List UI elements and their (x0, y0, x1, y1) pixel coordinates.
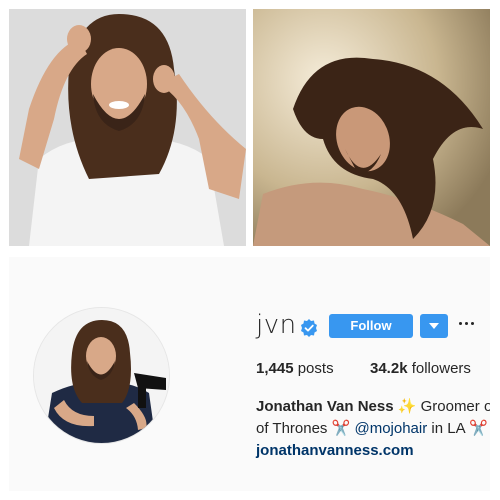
scissors-icon: ✂️ (331, 420, 351, 437)
bio-text: Groomer on (420, 398, 490, 415)
bio-line-1: Jonathan Van Ness ✨ Groomer on (256, 396, 490, 418)
verified-badge-icon (301, 319, 317, 337)
followers-count: 34.2k (370, 360, 408, 377)
chevron-down-icon (429, 323, 439, 329)
avatar[interactable] (33, 307, 170, 444)
follow-button[interactable]: Follow (329, 314, 413, 338)
post-photo-left[interactable] (9, 9, 246, 246)
mention-link[interactable]: @mojohair (354, 420, 427, 437)
scissors-icon: ✂️ (468, 420, 488, 437)
posts-stat[interactable]: 1,445 posts (256, 360, 334, 377)
posts-label: posts (297, 360, 334, 377)
bio-text: in LA (431, 420, 465, 437)
profile-bio: Jonathan Van Ness ✨ Groomer on of Throne… (256, 396, 490, 462)
suggestions-dropdown-button[interactable] (420, 314, 448, 338)
more-options-icon[interactable] (458, 317, 476, 331)
followers-label: followers (411, 360, 471, 377)
username: jvn (256, 310, 297, 340)
sparkles-icon: ✨ (397, 398, 417, 415)
bio-line-3: jonathanvanness.com (256, 440, 490, 462)
followers-stat[interactable]: 34.2k followers (370, 360, 471, 377)
bio-line-2: of Thrones ✂️ @mojohair in LA ✂️ @ (256, 418, 490, 440)
website-link[interactable]: jonathanvanness.com (256, 442, 414, 459)
full-name: Jonathan Van Ness (256, 398, 394, 415)
bio-text: of Thrones (256, 420, 328, 437)
posts-count: 1,445 (256, 360, 294, 377)
profile-header: jvn Follow 1,445 posts 34.2k followers J… (9, 257, 490, 491)
post-photo-right[interactable] (253, 9, 490, 246)
